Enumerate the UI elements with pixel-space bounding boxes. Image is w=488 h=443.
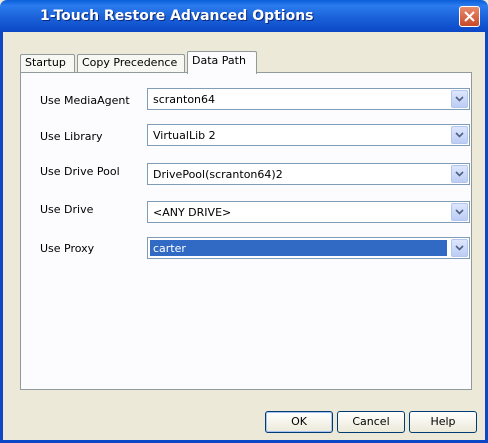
chevron-down-icon: [455, 171, 464, 177]
tab-data-path[interactable]: Data Path: [187, 51, 257, 74]
tab-copy-precedence[interactable]: Copy Precedence: [77, 54, 185, 72]
media-agent-select[interactable]: scranton64: [147, 88, 470, 110]
proxy-value: carter: [153, 242, 186, 255]
proxy-select[interactable]: carter: [147, 237, 470, 259]
cancel-button[interactable]: Cancel: [337, 411, 405, 433]
proxy-label: Use Proxy: [40, 242, 95, 255]
drive-pool-label: Use Drive Pool: [40, 165, 120, 178]
drive-pool-value: DrivePool(scranton64)2: [153, 168, 283, 181]
window-frame-left: [0, 32, 3, 443]
library-select[interactable]: VirtualLib 2: [147, 124, 470, 146]
proxy-dropdown-button[interactable]: [451, 239, 468, 257]
drive-select[interactable]: <ANY DRIVE>: [147, 201, 470, 223]
drive-pool-select[interactable]: DrivePool(scranton64)2: [147, 163, 470, 185]
chevron-down-icon: [455, 245, 464, 251]
dialog-window: 1-Touch Restore Advanced Options Startup…: [0, 0, 488, 443]
library-label: Use Library: [40, 130, 103, 143]
close-button[interactable]: [459, 6, 480, 27]
library-dropdown-button[interactable]: [451, 126, 468, 144]
chevron-down-icon: [455, 96, 464, 102]
media-agent-label: Use MediaAgent: [40, 94, 130, 107]
drive-value: <ANY DRIVE>: [153, 206, 232, 219]
window-title: 1-Touch Restore Advanced Options: [40, 8, 314, 24]
library-value: VirtualLib 2: [153, 129, 216, 142]
close-icon: [464, 11, 475, 22]
drive-dropdown-button[interactable]: [451, 203, 468, 221]
proxy-selection-highlight: carter: [150, 240, 447, 256]
ok-button[interactable]: OK: [265, 411, 333, 433]
chevron-down-icon: [455, 209, 464, 215]
drive-label: Use Drive: [40, 203, 94, 216]
tab-startup[interactable]: Startup: [20, 54, 75, 72]
help-button[interactable]: Help: [409, 411, 477, 433]
drive-pool-dropdown-button[interactable]: [451, 165, 468, 183]
chevron-down-icon: [455, 132, 464, 138]
media-agent-dropdown-button[interactable]: [451, 90, 468, 108]
title-bar[interactable]: 1-Touch Restore Advanced Options: [0, 0, 488, 32]
media-agent-value: scranton64: [153, 93, 216, 106]
data-path-panel: [20, 72, 472, 390]
